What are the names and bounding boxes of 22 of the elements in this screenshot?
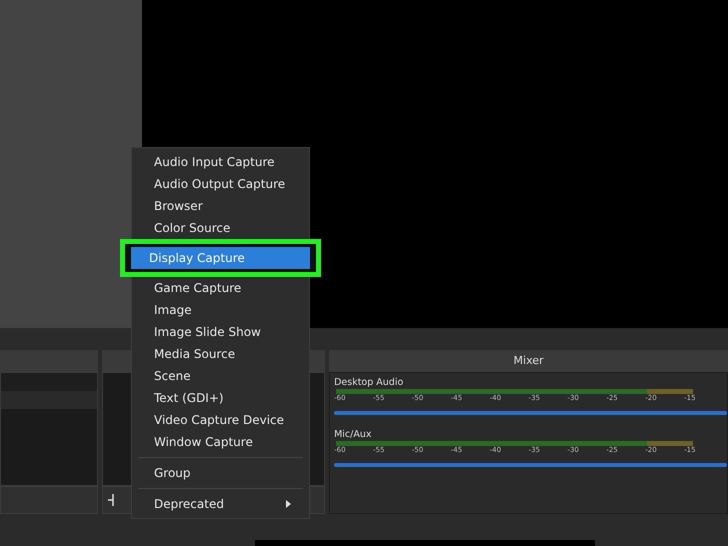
mixer-title: Mixer [329, 350, 728, 372]
menu-item[interactable]: Display Capture [131, 247, 310, 269]
menu-item[interactable]: Text (GDI+) [136, 387, 305, 409]
submenu-arrow-icon [286, 500, 291, 508]
channel-name: Mic/Aux [334, 429, 372, 441]
menu-item[interactable]: Browser [136, 195, 305, 217]
menu-item[interactable]: Media Source [136, 343, 305, 365]
menu-item[interactable]: Deprecated [136, 493, 305, 515]
menu-item[interactable]: Scene [136, 365, 305, 387]
menu-item[interactable]: Video Capture Device [136, 409, 305, 431]
channel-name: Desktop Audio [334, 377, 404, 389]
menu-item[interactable]: Image [136, 299, 305, 321]
add-icon[interactable] [106, 493, 116, 507]
menu-item[interactable]: Group [136, 462, 305, 484]
menu-item[interactable]: Image Slide Show [136, 321, 305, 343]
volume-slider[interactable] [334, 411, 727, 415]
menu-item[interactable]: Audio Input Capture [136, 151, 305, 173]
menu-item[interactable]: Audio Output Capture [136, 173, 305, 195]
volume-slider[interactable] [334, 463, 727, 467]
menu-item[interactable]: Color Source [136, 217, 305, 239]
menu-item[interactable]: Window Capture [136, 431, 305, 453]
menu-item[interactable]: Game Capture [136, 277, 305, 299]
